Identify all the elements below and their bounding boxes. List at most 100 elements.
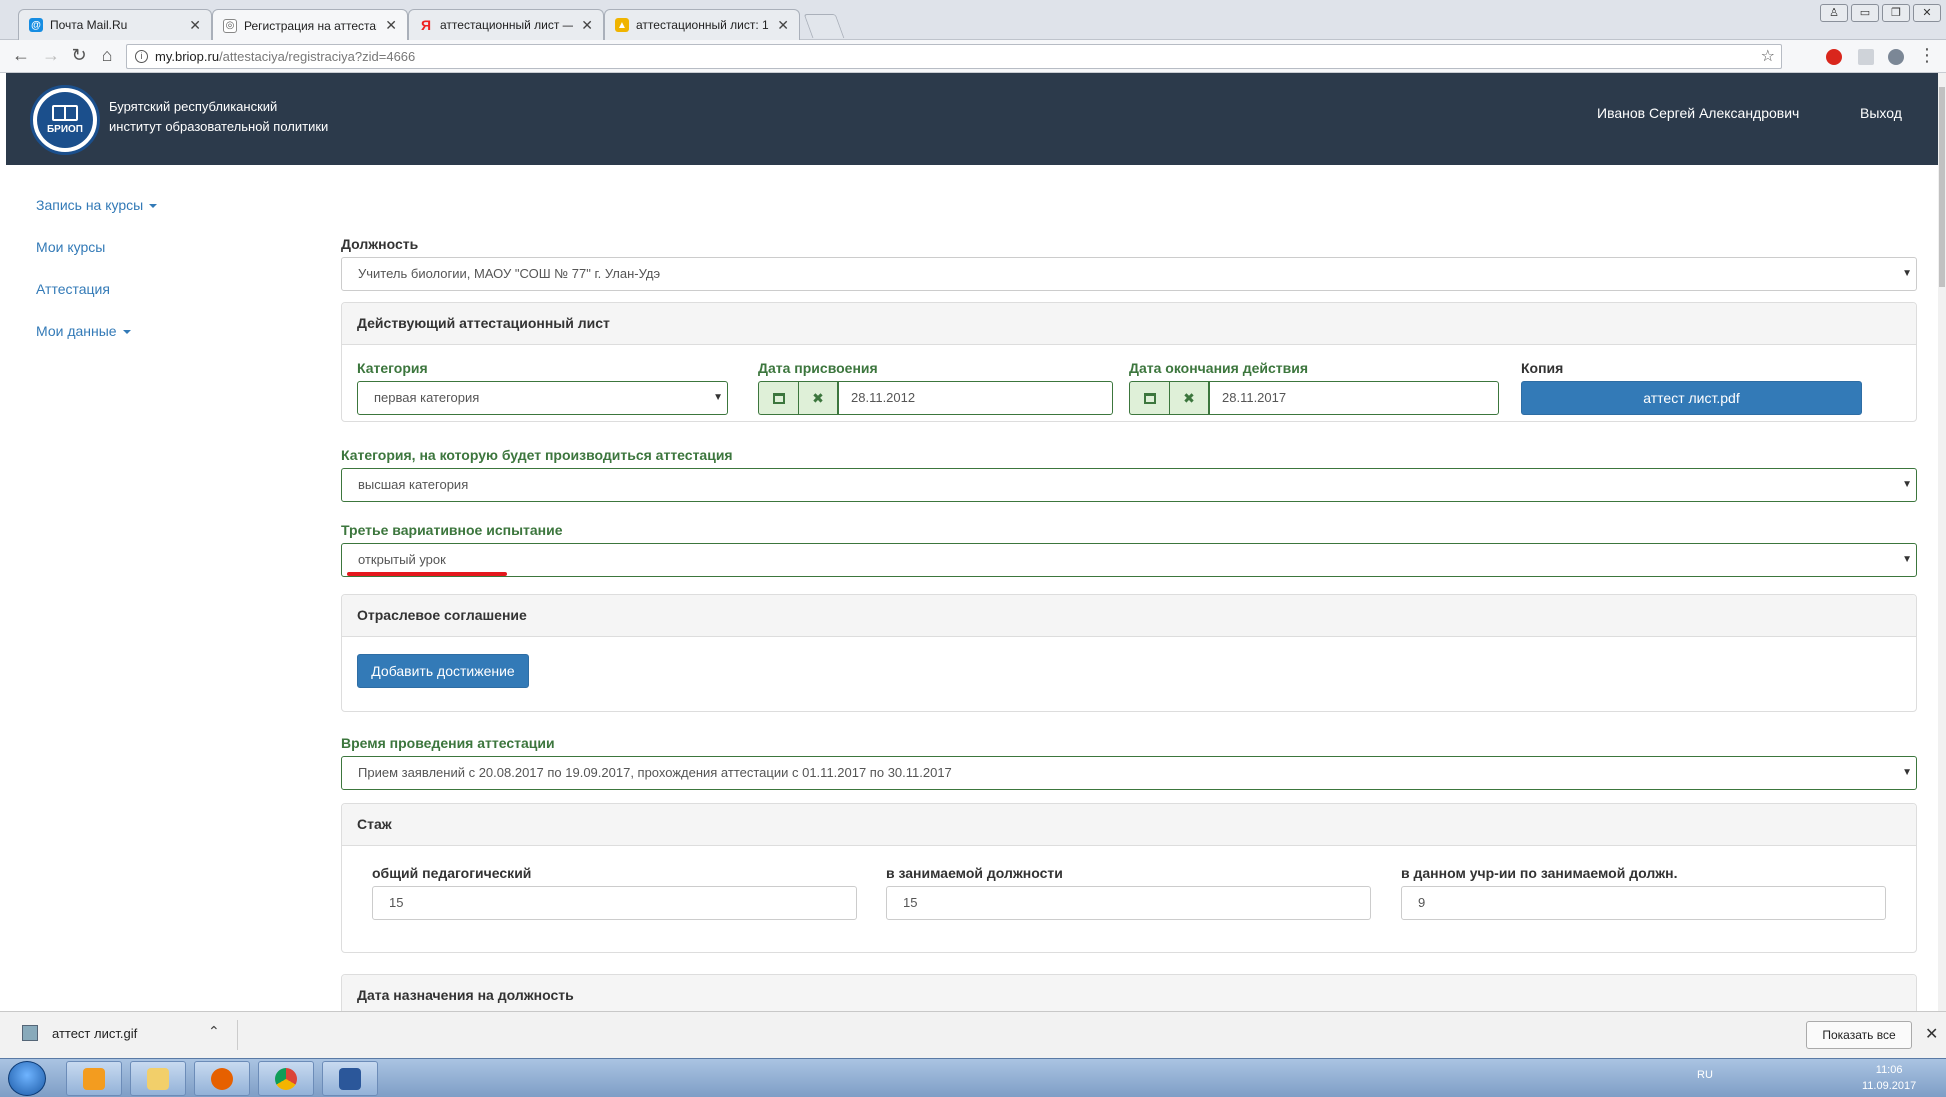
exp-institution-field[interactable]: 9 [1401,886,1886,920]
close-tab-icon[interactable]: ✕ [777,17,789,34]
appointment-panel: Дата назначения на должность [341,974,1917,1011]
target-category-select[interactable]: высшая категория ▼ [341,468,1917,502]
close-tab-icon[interactable]: ✕ [189,17,201,34]
clear-date-icon[interactable]: ✖ [798,381,838,415]
exp-position-field[interactable]: 15 [886,886,1371,920]
logo-emblem: БРИОП [37,92,93,148]
exp-position-label: в занимаемой должности [886,865,1063,881]
close-tab-icon[interactable]: ✕ [385,17,397,34]
current-attestation-title: Действующий аттестационный лист [342,303,1916,345]
back-arrow-icon[interactable]: ← [10,45,32,66]
adblock-icon[interactable] [1826,49,1842,65]
folder-icon [147,1067,169,1090]
taskbar-firefox[interactable] [194,1061,250,1096]
home-icon[interactable]: ⌂ [96,45,118,66]
calendar-icon[interactable] [1129,381,1169,415]
word-icon [339,1067,361,1090]
language-indicator[interactable]: RU [1697,1069,1713,1081]
taskbar: RU 11:06 11.09.2017 [0,1058,1946,1097]
dropdown-arrow-icon: ▼ [713,392,723,403]
start-button[interactable] [8,1061,46,1096]
url-field[interactable]: i my.briop.ru/attestaciya/registraciya?z… [126,44,1782,69]
sidebar-nav: Запись на курсы Мои курсы Аттестация Мои… [36,197,158,365]
position-select[interactable]: Учитель биологии, МАОУ "СОШ № 77" г. Ула… [341,257,1917,291]
bookmark-star-icon[interactable]: ☆ [1761,45,1775,68]
chevron-up-icon[interactable]: ⌃ [208,1023,220,1040]
download-item[interactable]: аттест лист.gif [22,1025,137,1041]
appointment-title: Дата назначения на должность [342,975,1916,1011]
briop-logo[interactable]: БРИОП [30,85,100,155]
site-favicon-icon: ◎ [223,18,237,33]
red-underline-annotation [347,572,507,576]
extension-eye-icon[interactable] [1888,49,1904,65]
copy-file-button[interactable]: аттест лист.pdf [1521,381,1862,415]
system-clock[interactable]: 11:06 11.09.2017 [1862,1062,1916,1094]
logout-link[interactable]: Выход [1860,105,1902,121]
book-icon [52,105,78,121]
third-test-select[interactable]: открытый урок ▼ [341,543,1917,577]
add-achievement-button[interactable]: Добавить достижение [357,654,529,688]
taskbar-explorer[interactable] [130,1061,186,1096]
expiry-date-field[interactable]: 28.11.2017 [1209,381,1499,415]
sidebar-item-my-courses[interactable]: Мои курсы [36,239,157,281]
divider [237,1020,238,1050]
media-player-icon [83,1067,105,1090]
experience-panel: Стаж [341,803,1917,953]
forward-arrow-icon[interactable]: → [40,45,62,66]
expiry-date-label: Дата окончания действия [1129,360,1309,376]
exp-total-field[interactable]: 15 [372,886,857,920]
assign-date-group: ✖ 28.11.2012 [758,381,1113,415]
sidebar-item-course-enrollment[interactable]: Запись на курсы [36,197,158,239]
tab-mail[interactable]: @ Почта Mail.Ru ✕ [18,9,212,40]
tab-image[interactable]: ▲ аттестационный лист: 1 ✕ [604,9,800,40]
mail-favicon-icon: @ [29,18,43,32]
organization-name[interactable]: Бурятский республиканский институт образ… [109,97,328,137]
address-toolbar: ← → ↻ ⌂ i my.briop.ru/attestaciya/regist… [0,40,1946,73]
target-category-label: Категория, на которую будет производитьс… [341,447,733,463]
time-label: Время проведения аттестации [341,735,555,751]
assign-date-field[interactable]: 28.11.2012 [838,381,1113,415]
taskbar-word[interactable] [322,1061,378,1096]
category-select[interactable]: первая категория ▼ [357,381,728,415]
scrollbar-thumb[interactable] [1939,87,1945,287]
close-tab-icon[interactable]: ✕ [581,17,593,34]
yandex-favicon-icon: Я [420,17,432,33]
download-bar: аттест лист.gif ⌃ Показать все ✕ [0,1011,1946,1058]
new-tab-button[interactable] [803,14,845,38]
taskbar-media-player[interactable] [66,1061,122,1096]
minimize-icon[interactable]: ▭ [1851,4,1879,22]
tab-registration[interactable]: ◎ Регистрация на аттестац ✕ [212,9,408,41]
clear-date-icon[interactable]: ✖ [1169,381,1209,415]
show-all-button[interactable]: Показать все [1806,1021,1912,1049]
agreement-panel: Отраслевое соглашение [341,594,1917,712]
close-icon[interactable]: ✕ [1925,1024,1938,1044]
image-file-icon [22,1025,38,1041]
menu-kebab-icon[interactable]: ⋮ [1916,45,1938,66]
dropdown-arrow-icon: ▼ [1902,268,1912,279]
exp-institution-label: в данном учр-ии по занимаемой должн. [1401,865,1678,881]
chrome-icon [275,1067,297,1090]
time-select[interactable]: Прием заявлений с 20.08.2017 по 19.09.20… [341,756,1917,790]
experience-title: Стаж [342,804,1916,846]
third-test-label: Третье вариативное испытание [341,522,563,538]
extension-icon[interactable] [1858,49,1874,65]
user-name[interactable]: Иванов Сергей Александрович [1597,105,1799,121]
assign-date-label: Дата присвоения [758,360,878,376]
reload-icon[interactable]: ↻ [68,45,90,66]
firefox-icon [211,1067,233,1090]
profile-icon[interactable]: ♙ [1820,4,1848,22]
tab-yandex[interactable]: Я аттестационный лист — ✕ [408,9,604,40]
dropdown-arrow-icon: ▼ [1902,479,1912,490]
page-scrollbar[interactable] [1938,73,1946,1011]
sidebar-item-my-data[interactable]: Мои данные [36,323,157,365]
sidebar-item-attestation[interactable]: Аттестация [36,281,157,323]
close-window-icon[interactable]: ✕ [1913,4,1941,22]
caret-down-icon [122,330,131,335]
calendar-icon[interactable] [758,381,798,415]
taskbar-chrome[interactable] [258,1061,314,1096]
restore-icon[interactable]: ❐ [1882,4,1910,22]
caret-down-icon [149,204,158,209]
image-favicon-icon: ▲ [615,18,629,32]
window-controls: ♙ ▭ ❐ ✕ [1820,4,1941,24]
site-info-icon[interactable]: i [135,50,148,63]
